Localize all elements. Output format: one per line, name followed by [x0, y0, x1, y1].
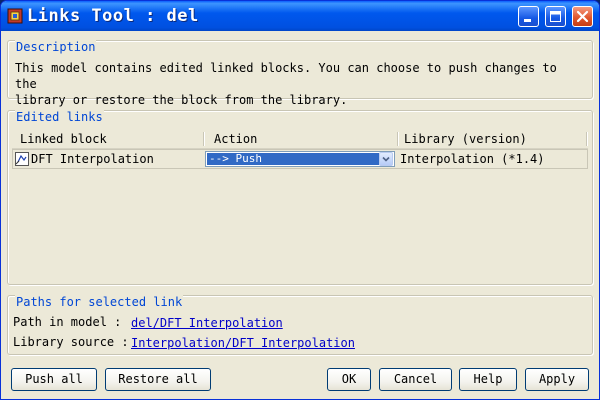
links-tool-window: Links Tool : del Description This model … [0, 0, 600, 400]
library-source-label: Library source : [13, 335, 129, 349]
table-row[interactable]: DFT Interpolation --> Push Interpolation… [12, 149, 588, 169]
help-button[interactable]: Help [459, 368, 517, 391]
cancel-button[interactable]: Cancel [379, 368, 452, 391]
description-heading: Description [15, 40, 97, 54]
action-dropdown[interactable]: --> Push [205, 151, 395, 167]
paths-section: Paths for selected link Path in model : … [7, 295, 593, 355]
push-all-button[interactable]: Push all [11, 368, 97, 391]
simulink-app-icon [7, 8, 23, 24]
description-text: This model contains edited linked blocks… [15, 61, 557, 107]
close-button[interactable] [572, 6, 593, 27]
dropdown-arrow-button[interactable] [379, 152, 393, 166]
column-separator[interactable] [586, 132, 588, 146]
library-version: Interpolation (*1.4) [400, 152, 545, 166]
minimize-button[interactable] [518, 6, 539, 27]
edited-links-section: Edited links Linked block Action Library… [7, 110, 593, 285]
ok-button[interactable]: OK [327, 368, 371, 391]
path-in-model-label: Path in model : [13, 315, 122, 329]
close-icon [576, 10, 589, 23]
links-table-header: Linked block Action Library (version) [12, 131, 588, 149]
dropdown-chevron-icon [382, 156, 390, 162]
action-dropdown-value: --> Push [207, 153, 379, 165]
column-separator[interactable] [397, 132, 399, 146]
window-title: Links Tool : del [27, 6, 199, 26]
edited-links-heading: Edited links [15, 110, 104, 124]
column-separator[interactable] [203, 132, 205, 146]
minimize-icon [524, 19, 531, 22]
column-header-linked-block[interactable]: Linked block [20, 132, 107, 146]
description-section: Description This model contains edited l… [7, 40, 593, 107]
library-source-link[interactable]: Interpolation/DFT Interpolation [131, 336, 355, 350]
apply-button[interactable]: Apply [525, 368, 589, 391]
column-header-action[interactable]: Action [214, 132, 257, 146]
paths-heading: Paths for selected link [15, 295, 184, 309]
linked-block-icon [15, 152, 29, 166]
column-header-library-version[interactable]: Library (version) [404, 132, 527, 146]
maximize-icon [550, 11, 561, 22]
maximize-button[interactable] [545, 6, 566, 27]
linked-block-name: DFT Interpolation [31, 152, 154, 166]
title-bar[interactable]: Links Tool : del [1, 1, 599, 31]
path-in-model-link[interactable]: del/DFT Interpolation [131, 316, 283, 330]
restore-all-button[interactable]: Restore all [105, 368, 211, 391]
